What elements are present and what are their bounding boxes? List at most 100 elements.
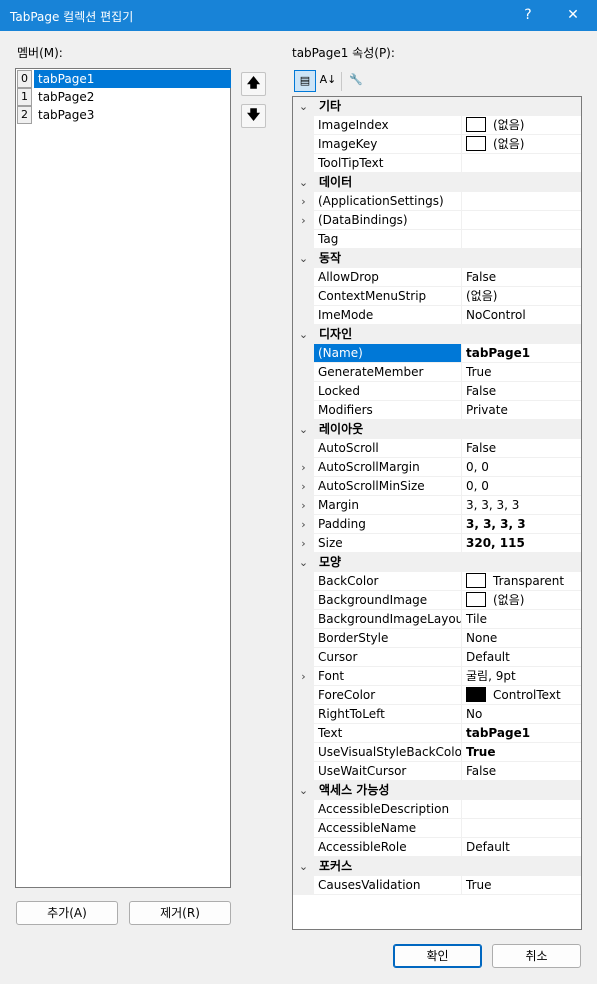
property-name[interactable]: (Name): [314, 344, 462, 363]
expand-icon[interactable]: ›: [293, 211, 314, 230]
property-name[interactable]: Cursor: [314, 648, 462, 667]
property-row[interactable]: ToolTipText: [293, 154, 581, 173]
property-name[interactable]: ImeMode: [314, 306, 462, 325]
property-value[interactable]: Transparent: [462, 572, 581, 591]
property-name[interactable]: (DataBindings): [314, 211, 462, 230]
collapse-icon[interactable]: ⌄: [293, 249, 314, 268]
property-value[interactable]: 320, 115: [462, 534, 581, 553]
property-name[interactable]: UseVisualStyleBackColor: [314, 743, 462, 762]
property-row[interactable]: ImageKey (없음): [293, 135, 581, 154]
property-value[interactable]: [462, 211, 581, 230]
property-value[interactable]: (없음): [462, 135, 581, 154]
property-row[interactable]: AccessibleRole Default: [293, 838, 581, 857]
property-value[interactable]: Default: [462, 648, 581, 667]
categorized-button[interactable]: ▤: [294, 70, 316, 92]
member-item[interactable]: 0 tabPage1: [17, 70, 231, 88]
remove-button[interactable]: 제거(R): [129, 901, 231, 925]
property-row[interactable]: › Font 굴림, 9pt: [293, 667, 581, 686]
property-name[interactable]: AccessibleRole: [314, 838, 462, 857]
property-value[interactable]: True: [462, 876, 581, 895]
property-value[interactable]: Default: [462, 838, 581, 857]
expand-icon[interactable]: ›: [293, 192, 314, 211]
property-name[interactable]: BorderStyle: [314, 629, 462, 648]
property-value[interactable]: tabPage1: [462, 344, 581, 363]
property-row[interactable]: CausesValidation True: [293, 876, 581, 895]
property-name[interactable]: GenerateMember: [314, 363, 462, 382]
property-row[interactable]: UseVisualStyleBackColor True: [293, 743, 581, 762]
property-name[interactable]: ImageIndex: [314, 116, 462, 135]
property-value[interactable]: 굴림, 9pt: [462, 667, 581, 686]
property-value[interactable]: 0, 0: [462, 477, 581, 496]
property-row[interactable]: ImeMode NoControl: [293, 306, 581, 325]
add-button[interactable]: 추가(A): [16, 901, 118, 925]
property-value[interactable]: (없음): [462, 591, 581, 610]
property-row[interactable]: AutoScroll False: [293, 439, 581, 458]
expand-icon[interactable]: ›: [293, 496, 314, 515]
help-button[interactable]: ?: [508, 0, 548, 31]
category-row[interactable]: ⌄ 동작: [293, 249, 581, 268]
collapse-icon[interactable]: ⌄: [293, 420, 314, 439]
property-value[interactable]: (없음): [462, 116, 581, 135]
expand-icon[interactable]: ›: [293, 534, 314, 553]
expand-icon[interactable]: ›: [293, 667, 314, 686]
property-row[interactable]: › AutoScrollMargin 0, 0: [293, 458, 581, 477]
property-row[interactable]: (Name) tabPage1: [293, 344, 581, 363]
property-row[interactable]: Tag: [293, 230, 581, 249]
property-value[interactable]: False: [462, 268, 581, 287]
property-name[interactable]: ForeColor: [314, 686, 462, 705]
property-name[interactable]: Margin: [314, 496, 462, 515]
category-row[interactable]: ⌄ 데이터: [293, 173, 581, 192]
property-value[interactable]: Tile: [462, 610, 581, 629]
property-value[interactable]: None: [462, 629, 581, 648]
property-value[interactable]: False: [462, 382, 581, 401]
property-row[interactable]: Modifiers Private: [293, 401, 581, 420]
property-name[interactable]: AutoScrollMargin: [314, 458, 462, 477]
property-value[interactable]: 0, 0: [462, 458, 581, 477]
property-row[interactable]: › Size 320, 115: [293, 534, 581, 553]
category-row[interactable]: ⌄ 레이아웃: [293, 420, 581, 439]
category-row[interactable]: ⌄ 디자인: [293, 325, 581, 344]
property-name[interactable]: Font: [314, 667, 462, 686]
property-name[interactable]: AccessibleDescription: [314, 800, 462, 819]
property-value[interactable]: (없음): [462, 287, 581, 306]
property-row[interactable]: RightToLeft No: [293, 705, 581, 724]
close-button[interactable]: ✕: [553, 0, 593, 31]
collapse-icon[interactable]: ⌄: [293, 325, 314, 344]
property-value[interactable]: True: [462, 363, 581, 382]
property-row[interactable]: › Margin 3, 3, 3, 3: [293, 496, 581, 515]
property-value[interactable]: [462, 192, 581, 211]
property-value[interactable]: tabPage1: [462, 724, 581, 743]
expand-icon[interactable]: ›: [293, 458, 314, 477]
property-row[interactable]: ForeColor ControlText: [293, 686, 581, 705]
member-item[interactable]: 2 tabPage3: [17, 106, 231, 124]
property-name[interactable]: RightToLeft: [314, 705, 462, 724]
property-value[interactable]: [462, 154, 581, 173]
move-up-button[interactable]: 🡅: [241, 72, 266, 96]
property-name[interactable]: Padding: [314, 515, 462, 534]
property-grid[interactable]: ⌄ 기타 ImageIndex (없음) ImageKey (없음) ToolTipText…: [292, 96, 582, 930]
property-name[interactable]: AutoScrollMinSize: [314, 477, 462, 496]
property-row[interactable]: ContextMenuStrip (없음): [293, 287, 581, 306]
property-row[interactable]: Cursor Default: [293, 648, 581, 667]
property-name[interactable]: BackgroundImage: [314, 591, 462, 610]
property-pages-button[interactable]: 🔧: [345, 70, 367, 92]
property-value[interactable]: No: [462, 705, 581, 724]
property-value[interactable]: 3, 3, 3, 3: [462, 515, 581, 534]
property-row[interactable]: Text tabPage1: [293, 724, 581, 743]
property-value[interactable]: False: [462, 439, 581, 458]
category-row[interactable]: ⌄ 모양: [293, 553, 581, 572]
expand-icon[interactable]: ›: [293, 477, 314, 496]
category-row[interactable]: ⌄ 액세스 가능성: [293, 781, 581, 800]
property-row[interactable]: › AutoScrollMinSize 0, 0: [293, 477, 581, 496]
alphabetical-button[interactable]: A↓: [317, 70, 339, 92]
move-down-button[interactable]: 🡇: [241, 104, 266, 128]
property-row[interactable]: › (DataBindings): [293, 211, 581, 230]
property-name[interactable]: Tag: [314, 230, 462, 249]
property-name[interactable]: ToolTipText: [314, 154, 462, 173]
ok-button[interactable]: 확인: [393, 944, 482, 968]
property-value[interactable]: 3, 3, 3, 3: [462, 496, 581, 515]
property-name[interactable]: CausesValidation: [314, 876, 462, 895]
property-row[interactable]: BackgroundImageLayout Tile: [293, 610, 581, 629]
property-value[interactable]: False: [462, 762, 581, 781]
expand-icon[interactable]: ›: [293, 515, 314, 534]
